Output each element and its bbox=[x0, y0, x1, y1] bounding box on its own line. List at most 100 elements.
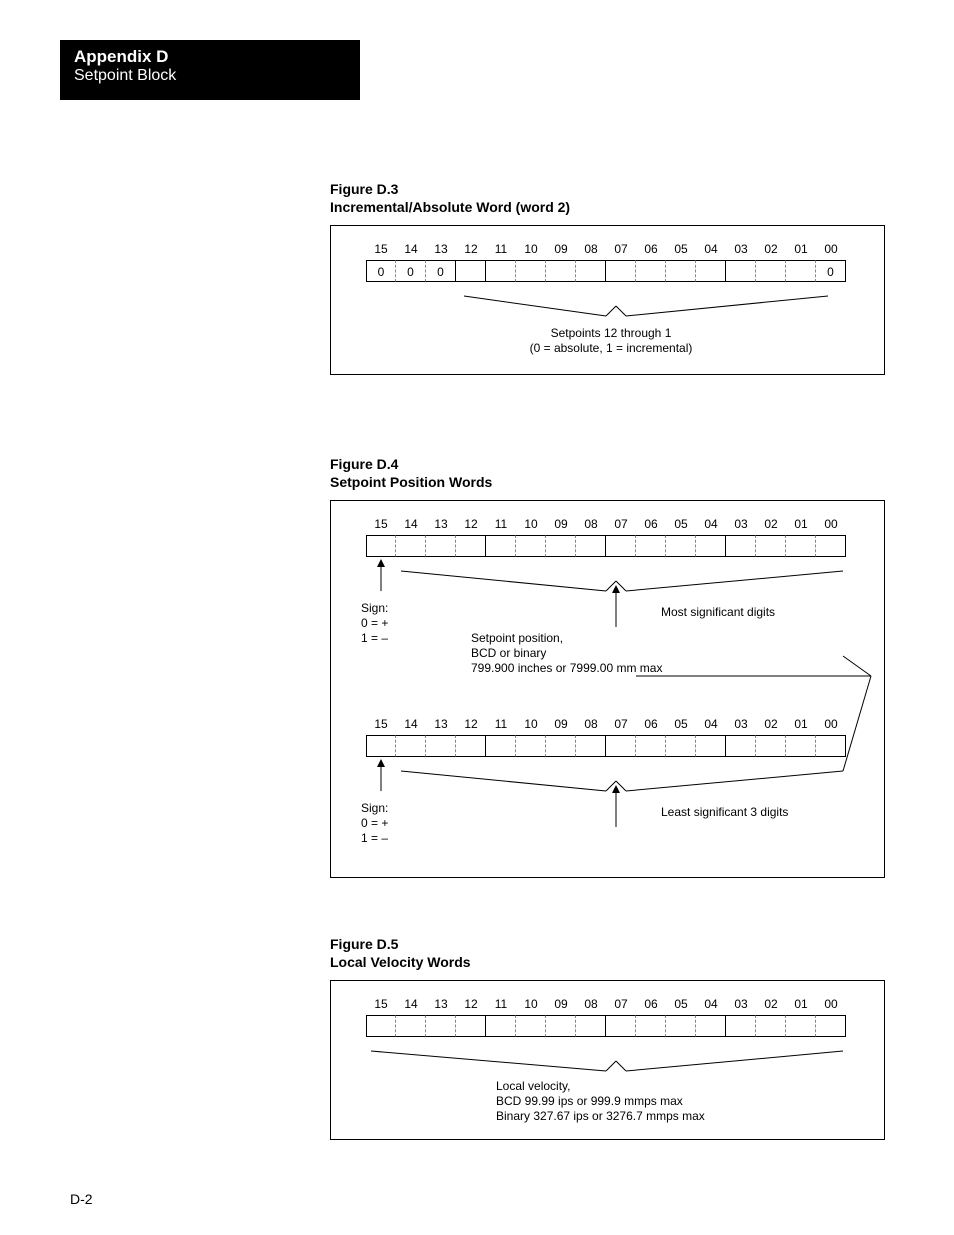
bit-cell bbox=[486, 535, 516, 557]
bit-header: 07 bbox=[606, 242, 636, 256]
bit-header: 04 bbox=[696, 997, 726, 1011]
bit-header: 15 bbox=[366, 997, 396, 1011]
bit-cell bbox=[426, 735, 456, 757]
bit-cell bbox=[516, 535, 546, 557]
bit-cell bbox=[726, 735, 756, 757]
fig-d4-lines bbox=[331, 501, 886, 879]
bit-cell bbox=[546, 260, 576, 282]
bit-header: 13 bbox=[426, 997, 456, 1011]
fig-d4-sign-minus-1: 1 = – bbox=[361, 631, 388, 646]
bit-cell bbox=[486, 260, 516, 282]
bit-cell bbox=[606, 535, 636, 557]
fig-d4-sign-plus-1: 0 = + bbox=[361, 616, 388, 631]
bit-cell bbox=[666, 735, 696, 757]
bit-header: 15 bbox=[366, 242, 396, 256]
fig-d4-title: Setpoint Position Words bbox=[330, 473, 492, 491]
bit-header: 00 bbox=[816, 517, 846, 531]
bit-header: 10 bbox=[516, 997, 546, 1011]
fig-d4-center-line2: BCD or binary bbox=[471, 646, 662, 661]
fig-d4-bit-headers-2: 15141312111009080706050403020100 bbox=[366, 717, 846, 731]
bit-cell bbox=[576, 535, 606, 557]
bit-cell bbox=[756, 535, 786, 557]
fig-d4-center-note: Setpoint position, BCD or binary 799.900… bbox=[471, 631, 662, 676]
bit-cell bbox=[786, 535, 816, 557]
bit-cell: 0 bbox=[816, 260, 846, 282]
bit-header: 09 bbox=[546, 717, 576, 731]
fig-d3-number: Figure D.3 bbox=[330, 180, 570, 198]
bit-header: 03 bbox=[726, 517, 756, 531]
bit-header: 02 bbox=[756, 242, 786, 256]
fig-d5-cells bbox=[366, 1015, 846, 1037]
fig-d4-sign-plus-2: 0 = + bbox=[361, 816, 388, 831]
bit-header: 14 bbox=[396, 717, 426, 731]
fig-d5-line3: Binary 327.67 ips or 3276.7 mmps max bbox=[496, 1109, 705, 1124]
bit-cell bbox=[456, 260, 486, 282]
bit-header: 03 bbox=[726, 997, 756, 1011]
bit-cell bbox=[606, 260, 636, 282]
bit-header: 01 bbox=[786, 997, 816, 1011]
bit-header: 05 bbox=[666, 517, 696, 531]
bit-cell bbox=[696, 260, 726, 282]
bit-cell bbox=[816, 535, 846, 557]
bit-header: 10 bbox=[516, 242, 546, 256]
bit-header: 10 bbox=[516, 517, 546, 531]
bit-header: 09 bbox=[546, 997, 576, 1011]
fig-d4-sign-label-2: Sign: bbox=[361, 801, 388, 816]
bit-cell: 0 bbox=[366, 260, 396, 282]
bit-cell bbox=[486, 1015, 516, 1037]
bit-header: 07 bbox=[606, 517, 636, 531]
bit-header: 06 bbox=[636, 997, 666, 1011]
bit-header: 00 bbox=[816, 997, 846, 1011]
bit-header: 11 bbox=[486, 517, 516, 531]
bit-header: 00 bbox=[816, 242, 846, 256]
fig-d4-cells-1 bbox=[366, 535, 846, 557]
bit-cell bbox=[456, 1015, 486, 1037]
bit-cell bbox=[696, 1015, 726, 1037]
fig-d5-box: 15141312111009080706050403020100 Local v… bbox=[330, 980, 885, 1140]
bit-header: 09 bbox=[546, 242, 576, 256]
bit-header: 09 bbox=[546, 517, 576, 531]
bit-cell bbox=[756, 735, 786, 757]
fig-d3-note-line2: (0 = absolute, 1 = incremental) bbox=[471, 341, 751, 356]
bit-cell bbox=[516, 735, 546, 757]
bit-cell bbox=[636, 1015, 666, 1037]
bit-header: 05 bbox=[666, 242, 696, 256]
fig-d3-title: Incremental/Absolute Word (word 2) bbox=[330, 198, 570, 216]
page-number: D-2 bbox=[70, 1191, 93, 1207]
bit-cell bbox=[636, 735, 666, 757]
fig-d3-box: 15141312111009080706050403020100 0000 Se… bbox=[330, 225, 885, 375]
bit-cell bbox=[576, 735, 606, 757]
bit-cell bbox=[576, 260, 606, 282]
fig-d3-bit-headers: 15141312111009080706050403020100 bbox=[366, 242, 846, 256]
bit-header: 04 bbox=[696, 242, 726, 256]
bit-header: 03 bbox=[726, 717, 756, 731]
fig-d4-right-bot: Least significant 3 digits bbox=[661, 805, 788, 820]
fig-d5-line1: Local velocity, bbox=[496, 1079, 705, 1094]
fig-d4-sign-2: Sign: 0 = + 1 = – bbox=[361, 801, 388, 846]
bit-header: 05 bbox=[666, 717, 696, 731]
bit-header: 08 bbox=[576, 997, 606, 1011]
bit-cell bbox=[546, 1015, 576, 1037]
fig-d3-note-line1: Setpoints 12 through 1 bbox=[471, 326, 751, 341]
fig-d5-title: Local Velocity Words bbox=[330, 953, 471, 971]
bit-header: 08 bbox=[576, 517, 606, 531]
bit-cell bbox=[366, 535, 396, 557]
bit-header: 02 bbox=[756, 717, 786, 731]
bit-cell bbox=[456, 735, 486, 757]
bit-cell bbox=[546, 535, 576, 557]
bit-header: 14 bbox=[396, 517, 426, 531]
bit-cell bbox=[396, 735, 426, 757]
fig-d5-bit-headers: 15141312111009080706050403020100 bbox=[366, 997, 846, 1011]
bit-cell bbox=[756, 260, 786, 282]
bit-cell bbox=[756, 1015, 786, 1037]
bit-cell bbox=[456, 535, 486, 557]
bit-cell bbox=[696, 535, 726, 557]
bit-header: 02 bbox=[756, 997, 786, 1011]
bit-header: 01 bbox=[786, 517, 816, 531]
fig-d4-center-line1: Setpoint position, bbox=[471, 631, 662, 646]
bit-cell bbox=[366, 1015, 396, 1037]
bit-header: 03 bbox=[726, 242, 756, 256]
bit-cell: 0 bbox=[396, 260, 426, 282]
bit-header: 13 bbox=[426, 717, 456, 731]
bit-header: 12 bbox=[456, 517, 486, 531]
